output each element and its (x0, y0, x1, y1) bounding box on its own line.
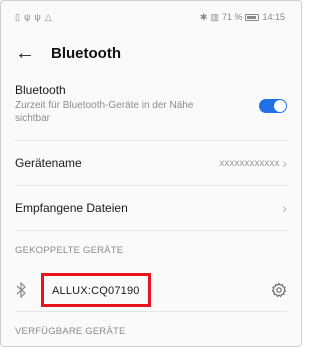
bluetooth-toggle[interactable] (259, 99, 287, 113)
status-right: ✱ ▥ 71 % 14:15 (200, 12, 285, 23)
settings-list: Bluetooth Zurzeit für Bluetooth-Geräte i… (1, 73, 301, 346)
device-name-label: Gerätename (15, 156, 82, 170)
received-files-row[interactable]: Empfangene Dateien › (15, 186, 287, 231)
bluetooth-icon (15, 281, 29, 299)
phone-screen: ▯ ψ ψ △ ✱ ▥ 71 % 14:15 ← Bluetooth Bluet… (0, 0, 302, 347)
file-icon: ▯ (15, 11, 20, 22)
device-highlight-box: ALLUX:CQ07190 (41, 273, 151, 307)
device-name-value: xxxxxxxxxxxx (219, 157, 280, 169)
paired-device-name[interactable]: ALLUX:CQ07190 (52, 285, 140, 297)
available-devices-header: VERFÜGBARE GERÄTE (15, 325, 126, 337)
page-title: Bluetooth (51, 44, 121, 62)
chevron-right-icon: › (282, 155, 287, 171)
status-time: 14:15 (262, 12, 285, 22)
paired-device-left: ALLUX:CQ07190 (15, 273, 151, 307)
battery-percent: 71 % (221, 12, 243, 22)
signal-icon: ▥ (210, 11, 219, 22)
paired-device-row[interactable]: ALLUX:CQ07190 (15, 269, 287, 312)
gear-icon[interactable] (271, 282, 287, 298)
received-files-label: Empfangene Dateien (15, 201, 128, 215)
bluetooth-toggle-row[interactable]: Bluetooth Zurzeit für Bluetooth-Geräte i… (15, 73, 287, 141)
battery-icon (245, 13, 260, 21)
device-name-value-wrap: xxxxxxxxxxxx › (219, 156, 287, 170)
bluetooth-status-icon: ✱ (199, 11, 208, 22)
bluetooth-label: Bluetooth (15, 83, 66, 97)
arrow-left-icon[interactable]: ← (15, 43, 35, 63)
usb-icon: ψ (23, 12, 31, 22)
app-header: ← Bluetooth (1, 33, 301, 73)
usb-icon: ψ (34, 12, 41, 22)
status-bar: ▯ ψ ψ △ ✱ ▥ 71 % 14:15 (1, 1, 301, 33)
warning-icon: △ (44, 11, 52, 22)
bluetooth-sublabel: Zurzeit für Bluetooth-Geräte in der Nähe… (15, 100, 194, 124)
bluetooth-texts: Bluetooth Zurzeit für Bluetooth-Geräte i… (15, 83, 225, 125)
status-left: ▯ ψ ψ △ (15, 12, 52, 23)
device-name-row[interactable]: Gerätename xxxxxxxxxxxx › (15, 141, 287, 186)
paired-devices-header: GEKOPPELTE GERÄTE (15, 244, 124, 256)
chevron-right-icon: › (282, 200, 287, 216)
